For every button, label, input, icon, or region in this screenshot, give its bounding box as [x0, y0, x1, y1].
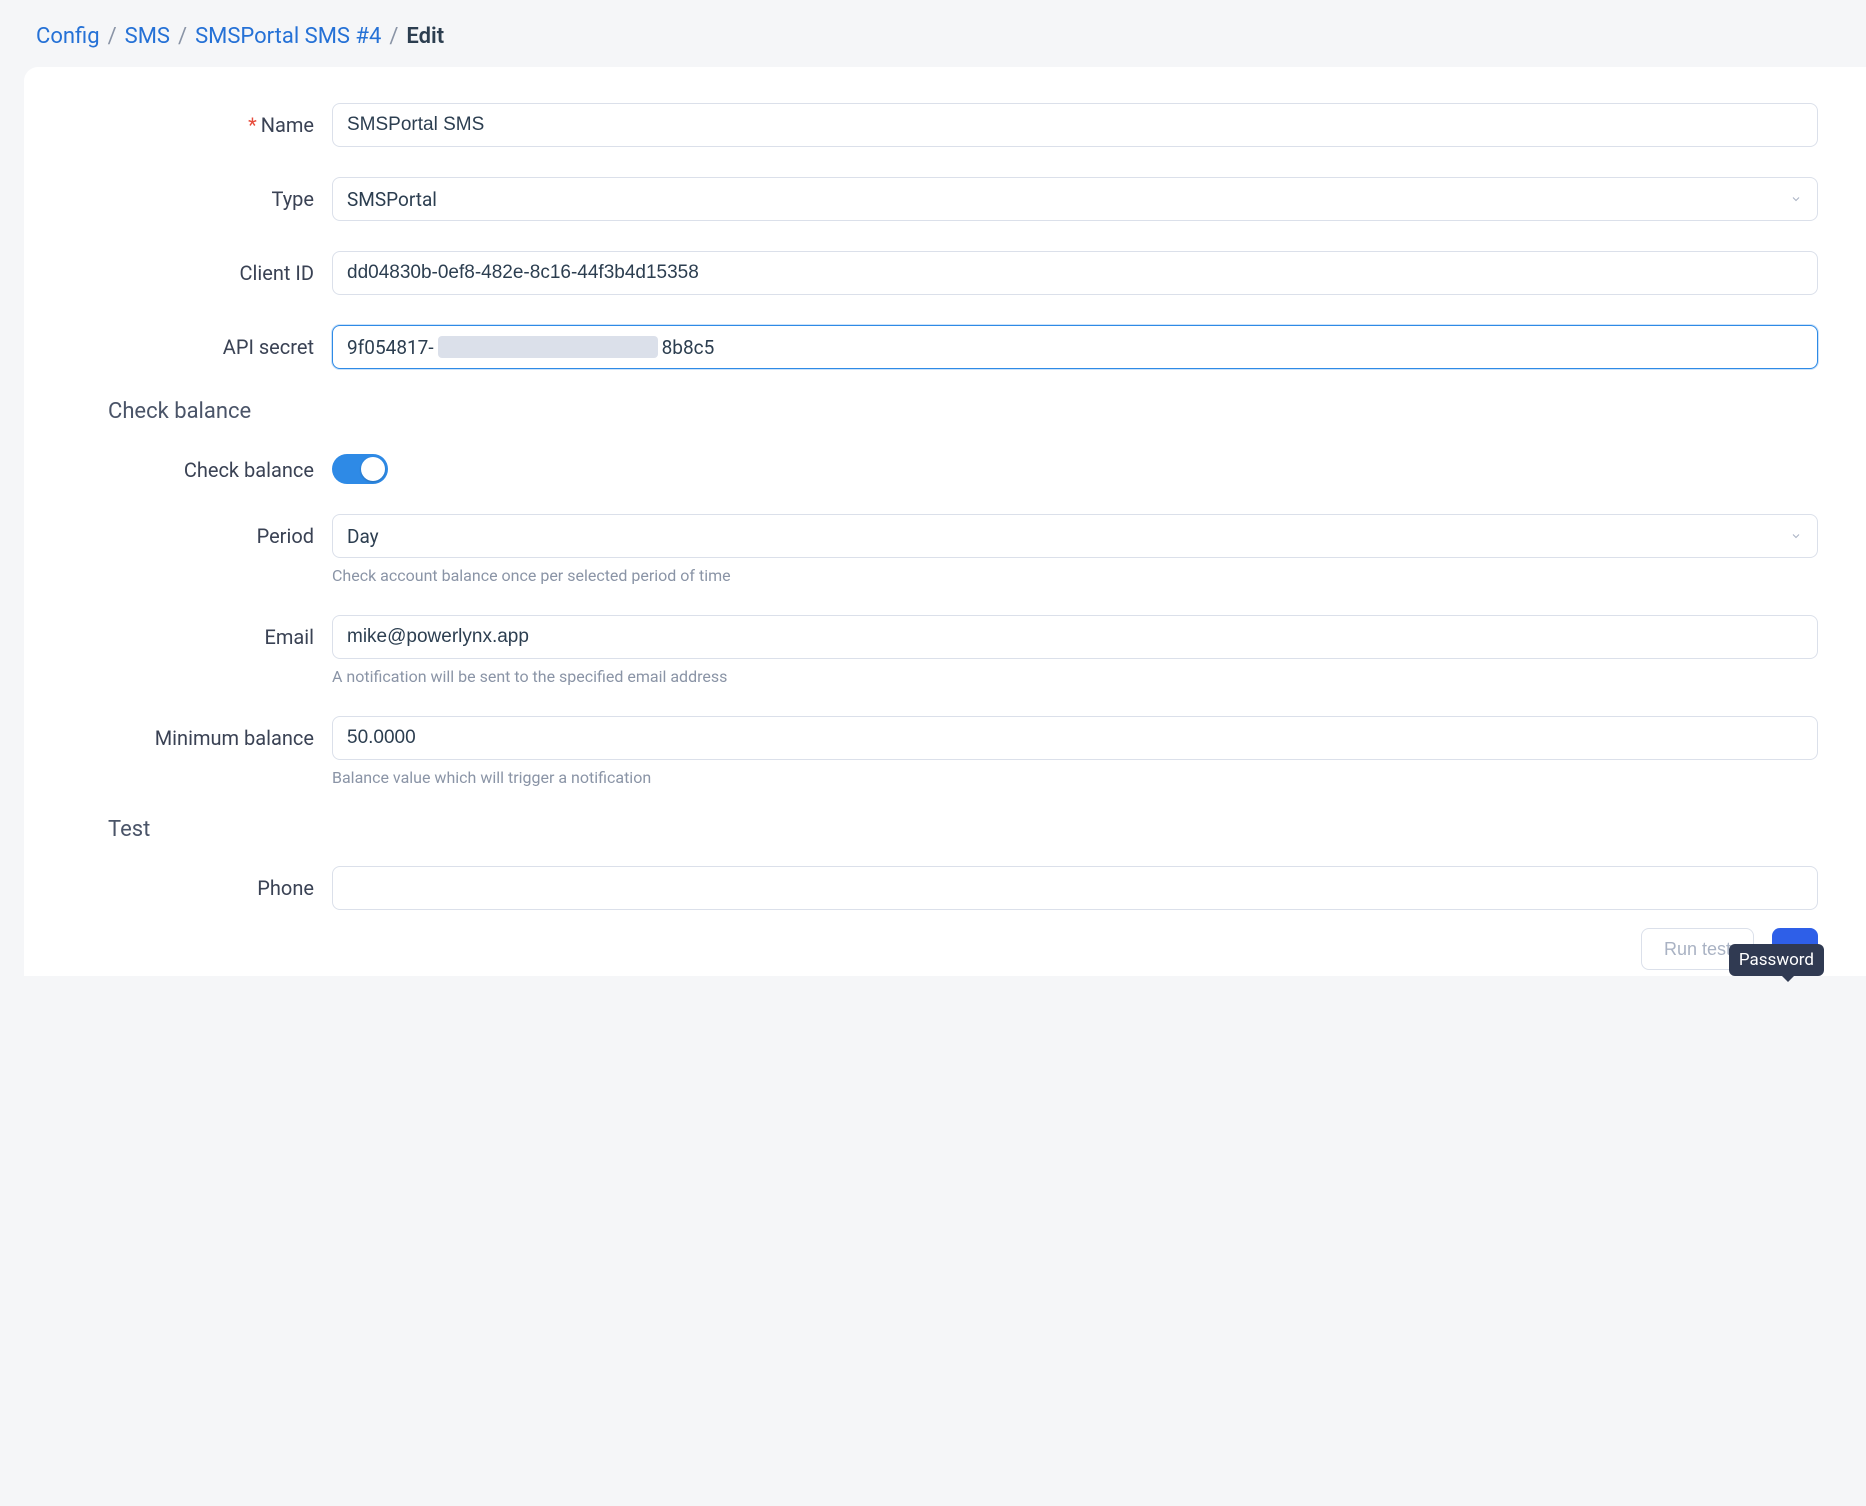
- email-input[interactable]: [332, 615, 1818, 659]
- test-section-title: Test: [108, 817, 1818, 842]
- type-label: Type: [72, 177, 332, 211]
- breadcrumb-config[interactable]: Config: [36, 24, 100, 49]
- api-secret-redacted: [438, 336, 658, 358]
- check-balance-section-title: Check balance: [108, 399, 1818, 424]
- toggle-knob: [361, 457, 385, 481]
- breadcrumb-sep: /: [108, 24, 117, 49]
- period-label: Period: [72, 514, 332, 548]
- period-select-value: Day: [347, 525, 379, 548]
- check-balance-toggle[interactable]: [332, 454, 388, 484]
- client-id-label: Client ID: [72, 251, 332, 285]
- name-label: *Name: [72, 103, 332, 137]
- breadcrumb-smsportal-item[interactable]: SMSPortal SMS #4: [195, 24, 381, 49]
- client-id-input[interactable]: [332, 251, 1818, 295]
- breadcrumb-sms[interactable]: SMS: [125, 24, 170, 49]
- api-secret-suffix: 8b8c5: [662, 336, 715, 359]
- breadcrumb-sep: /: [389, 24, 398, 49]
- name-input[interactable]: [332, 103, 1818, 147]
- api-secret-prefix: 9f054817-: [347, 336, 434, 359]
- check-balance-toggle-label: Check balance: [72, 448, 332, 482]
- chevron-down-icon: [1789, 192, 1803, 206]
- edit-card: *Name Type SMSPortal Client ID API secre…: [24, 67, 1866, 976]
- email-hint: A notification will be sent to the speci…: [332, 667, 1818, 686]
- phone-label: Phone: [72, 866, 332, 900]
- chevron-down-icon: [1789, 529, 1803, 543]
- password-tooltip: Password: [1729, 944, 1824, 976]
- api-secret-label: API secret: [72, 325, 332, 359]
- api-secret-input[interactable]: 9f054817- 8b8c5: [332, 325, 1818, 369]
- period-hint: Check account balance once per selected …: [332, 566, 1818, 585]
- breadcrumb: Config / SMS / SMSPortal SMS #4 / Edit: [0, 0, 1866, 67]
- min-balance-hint: Balance value which will trigger a notif…: [332, 768, 1818, 787]
- phone-input[interactable]: [332, 866, 1818, 910]
- footer-actions: Run test Password: [1641, 928, 1818, 970]
- breadcrumb-sep: /: [178, 24, 187, 49]
- type-select[interactable]: SMSPortal: [332, 177, 1818, 221]
- type-select-value: SMSPortal: [347, 188, 437, 211]
- breadcrumb-current: Edit: [406, 24, 444, 49]
- min-balance-input[interactable]: [332, 716, 1818, 760]
- email-label: Email: [72, 615, 332, 649]
- period-select[interactable]: Day: [332, 514, 1818, 558]
- min-balance-label: Minimum balance: [72, 716, 332, 750]
- required-asterisk: *: [248, 113, 257, 137]
